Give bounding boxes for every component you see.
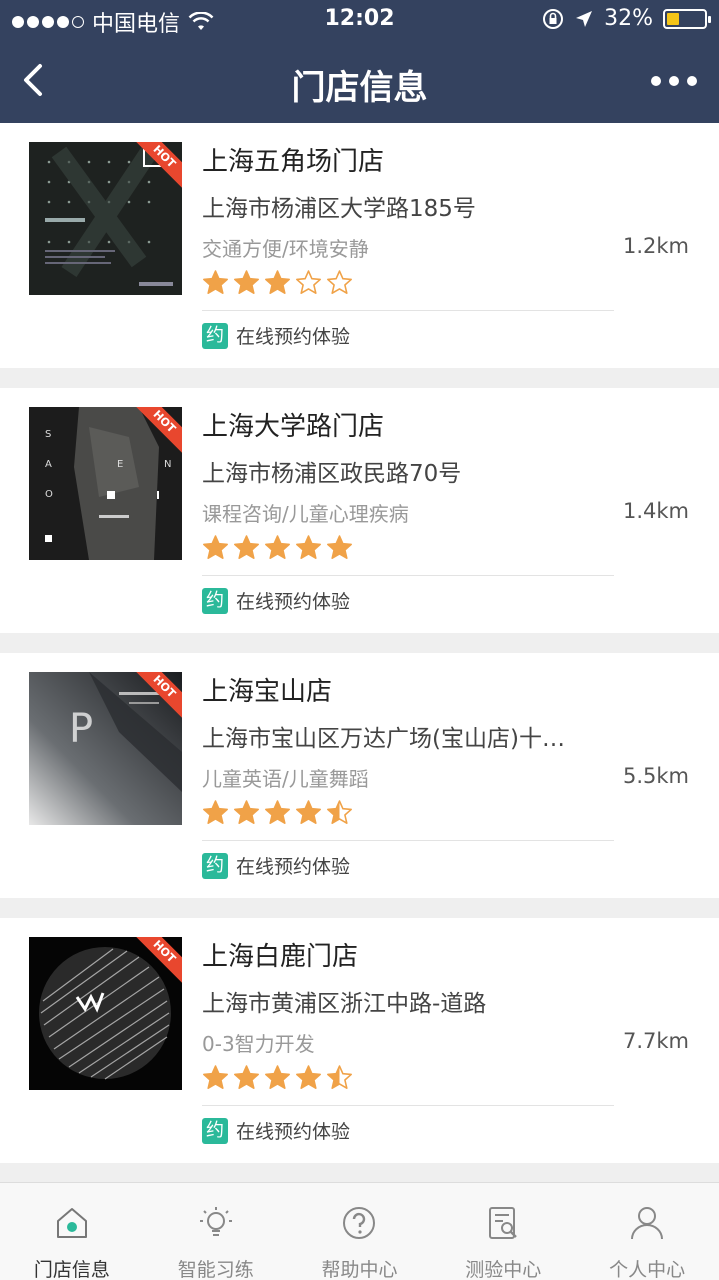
header: 中国电信 12:02 32% 门店信息 <box>0 0 719 123</box>
status-bar: 中国电信 12:02 32% <box>0 0 719 40</box>
star-icon <box>327 270 352 294</box>
store-address: 上海市黄浦区浙江中路-道路 <box>202 991 487 1017</box>
home-icon <box>56 1208 87 1238</box>
star-icon <box>265 270 290 294</box>
bottom-tab-bar: 门店信息 智能习练 帮助中心 测验中心 个人中心 <box>0 1182 719 1280</box>
store-tags: 0-3智力开发 <box>202 1032 315 1056</box>
store-name: 上海白鹿门店 <box>202 942 359 972</box>
store-name: 上海宝山店 <box>202 677 333 707</box>
star-icon <box>327 800 352 824</box>
store-name: 上海五角场门店 <box>202 147 385 177</box>
booking-label: 在线预约体验 <box>236 1121 351 1143</box>
rating-stars <box>202 534 353 561</box>
rating-stars <box>202 269 353 296</box>
svg-text:E: E <box>117 459 123 470</box>
rating-stars <box>202 1064 353 1091</box>
booking-icon: 约 <box>202 1117 228 1144</box>
store-thumbnail: HOT <box>29 142 182 295</box>
star-icon <box>327 535 352 559</box>
star-icon <box>327 1065 352 1089</box>
tab-label: 智能习练 <box>177 1259 254 1280</box>
star-icon <box>203 535 228 559</box>
booking-link[interactable]: 约 在线预约体验 <box>202 1117 350 1144</box>
battery-icon <box>663 8 711 29</box>
store-tags: 儿童英语/儿童舞蹈 <box>202 767 369 791</box>
rating-stars <box>202 799 353 826</box>
store-card[interactable]: SAO NE HOT 上海大学路门店 上海市杨浦区政民路70号 课程咨询/儿童心… <box>0 388 719 633</box>
more-icon <box>651 76 661 86</box>
divider <box>202 575 614 576</box>
booking-link[interactable]: 约 在线预约体验 <box>202 322 350 349</box>
booking-icon: 约 <box>202 852 228 879</box>
booking-link[interactable]: 约 在线预约体验 <box>202 852 350 879</box>
store-tags: 交通方便/环境安静 <box>202 237 369 261</box>
page-title: 门店信息 <box>291 68 428 108</box>
store-address: 上海市杨浦区大学路185号 <box>202 196 476 222</box>
store-distance: 7.7km <box>622 1029 689 1053</box>
test-icon <box>489 1207 518 1239</box>
star-icon <box>265 535 290 559</box>
booking-label: 在线预约体验 <box>236 591 351 613</box>
booking-icon: 约 <box>202 587 228 614</box>
tab-label: 门店信息 <box>33 1259 110 1280</box>
star-icon <box>296 800 321 824</box>
store-distance: 5.5km <box>622 764 689 788</box>
star-icon <box>203 270 228 294</box>
star-icon <box>234 535 259 559</box>
star-icon <box>296 1065 321 1089</box>
store-thumbnail: SAO NE HOT <box>29 407 182 560</box>
star-icon <box>265 800 290 824</box>
booking-label: 在线预约体验 <box>236 326 351 348</box>
tab-test-center[interactable]: 测验中心 <box>431 1183 575 1280</box>
star-icon <box>234 270 259 294</box>
divider <box>202 1105 614 1106</box>
svg-text:P: P <box>69 706 93 752</box>
tab-store-info[interactable]: 门店信息 <box>0 1183 144 1280</box>
store-card[interactable]: HOT 上海白鹿门店 上海市黄浦区浙江中路-道路 0-3智力开发 约 在线预约体… <box>0 918 719 1163</box>
tab-label: 帮助中心 <box>321 1259 398 1280</box>
divider <box>202 840 614 841</box>
tab-personal-center[interactable]: 个人中心 <box>575 1183 719 1280</box>
store-card[interactable]: HOT 上海五角场门店 上海市杨浦区大学路185号 交通方便/环境安静 约 在线… <box>0 123 719 368</box>
location-arrow-icon <box>576 10 593 27</box>
navbar: 门店信息 <box>0 40 719 123</box>
store-address: 上海市宝山区万达广场(宝山店)十… <box>202 726 565 752</box>
store-tags: 课程咨询/儿童心理疾病 <box>202 502 409 526</box>
svg-text:S: S <box>45 429 51 440</box>
divider <box>202 310 614 311</box>
star-icon <box>296 535 321 559</box>
star-icon <box>296 270 321 294</box>
more-button[interactable] <box>649 66 699 96</box>
battery-percent: 32% <box>604 6 653 31</box>
star-icon <box>203 800 228 824</box>
store-list: HOT 上海五角场门店 上海市杨浦区大学路185号 交通方便/环境安静 约 在线… <box>0 123 719 1183</box>
star-icon <box>234 800 259 824</box>
booking-icon: 约 <box>202 322 228 349</box>
tab-label: 测验中心 <box>465 1259 542 1280</box>
store-name: 上海大学路门店 <box>202 412 385 442</box>
svg-text:N: N <box>164 459 171 470</box>
tab-label: 个人中心 <box>609 1259 686 1280</box>
store-address: 上海市杨浦区政民路70号 <box>202 461 462 487</box>
star-icon <box>234 1065 259 1089</box>
svg-text:A: A <box>45 459 52 470</box>
booking-link[interactable]: 约 在线预约体验 <box>202 587 350 614</box>
booking-label: 在线预约体验 <box>236 856 351 878</box>
store-distance: 1.4km <box>622 499 689 523</box>
lightbulb-icon <box>199 1207 232 1236</box>
star-icon <box>203 1065 228 1089</box>
star-icon <box>265 1065 290 1089</box>
store-card[interactable]: P HOT 上海宝山店 上海市宝山区万达广场(宝山店)十… 儿童英语/儿童舞蹈 … <box>0 653 719 898</box>
tab-help-center[interactable]: 帮助中心 <box>288 1183 432 1280</box>
store-thumbnail: HOT <box>29 937 182 1090</box>
help-icon <box>343 1207 376 1239</box>
user-icon <box>631 1207 664 1240</box>
tab-smart-practice[interactable]: 智能习练 <box>144 1183 288 1280</box>
store-thumbnail: P HOT <box>29 672 182 825</box>
rotation-lock-icon <box>543 8 564 29</box>
svg-text:O: O <box>45 489 53 500</box>
store-distance: 1.2km <box>622 234 689 258</box>
